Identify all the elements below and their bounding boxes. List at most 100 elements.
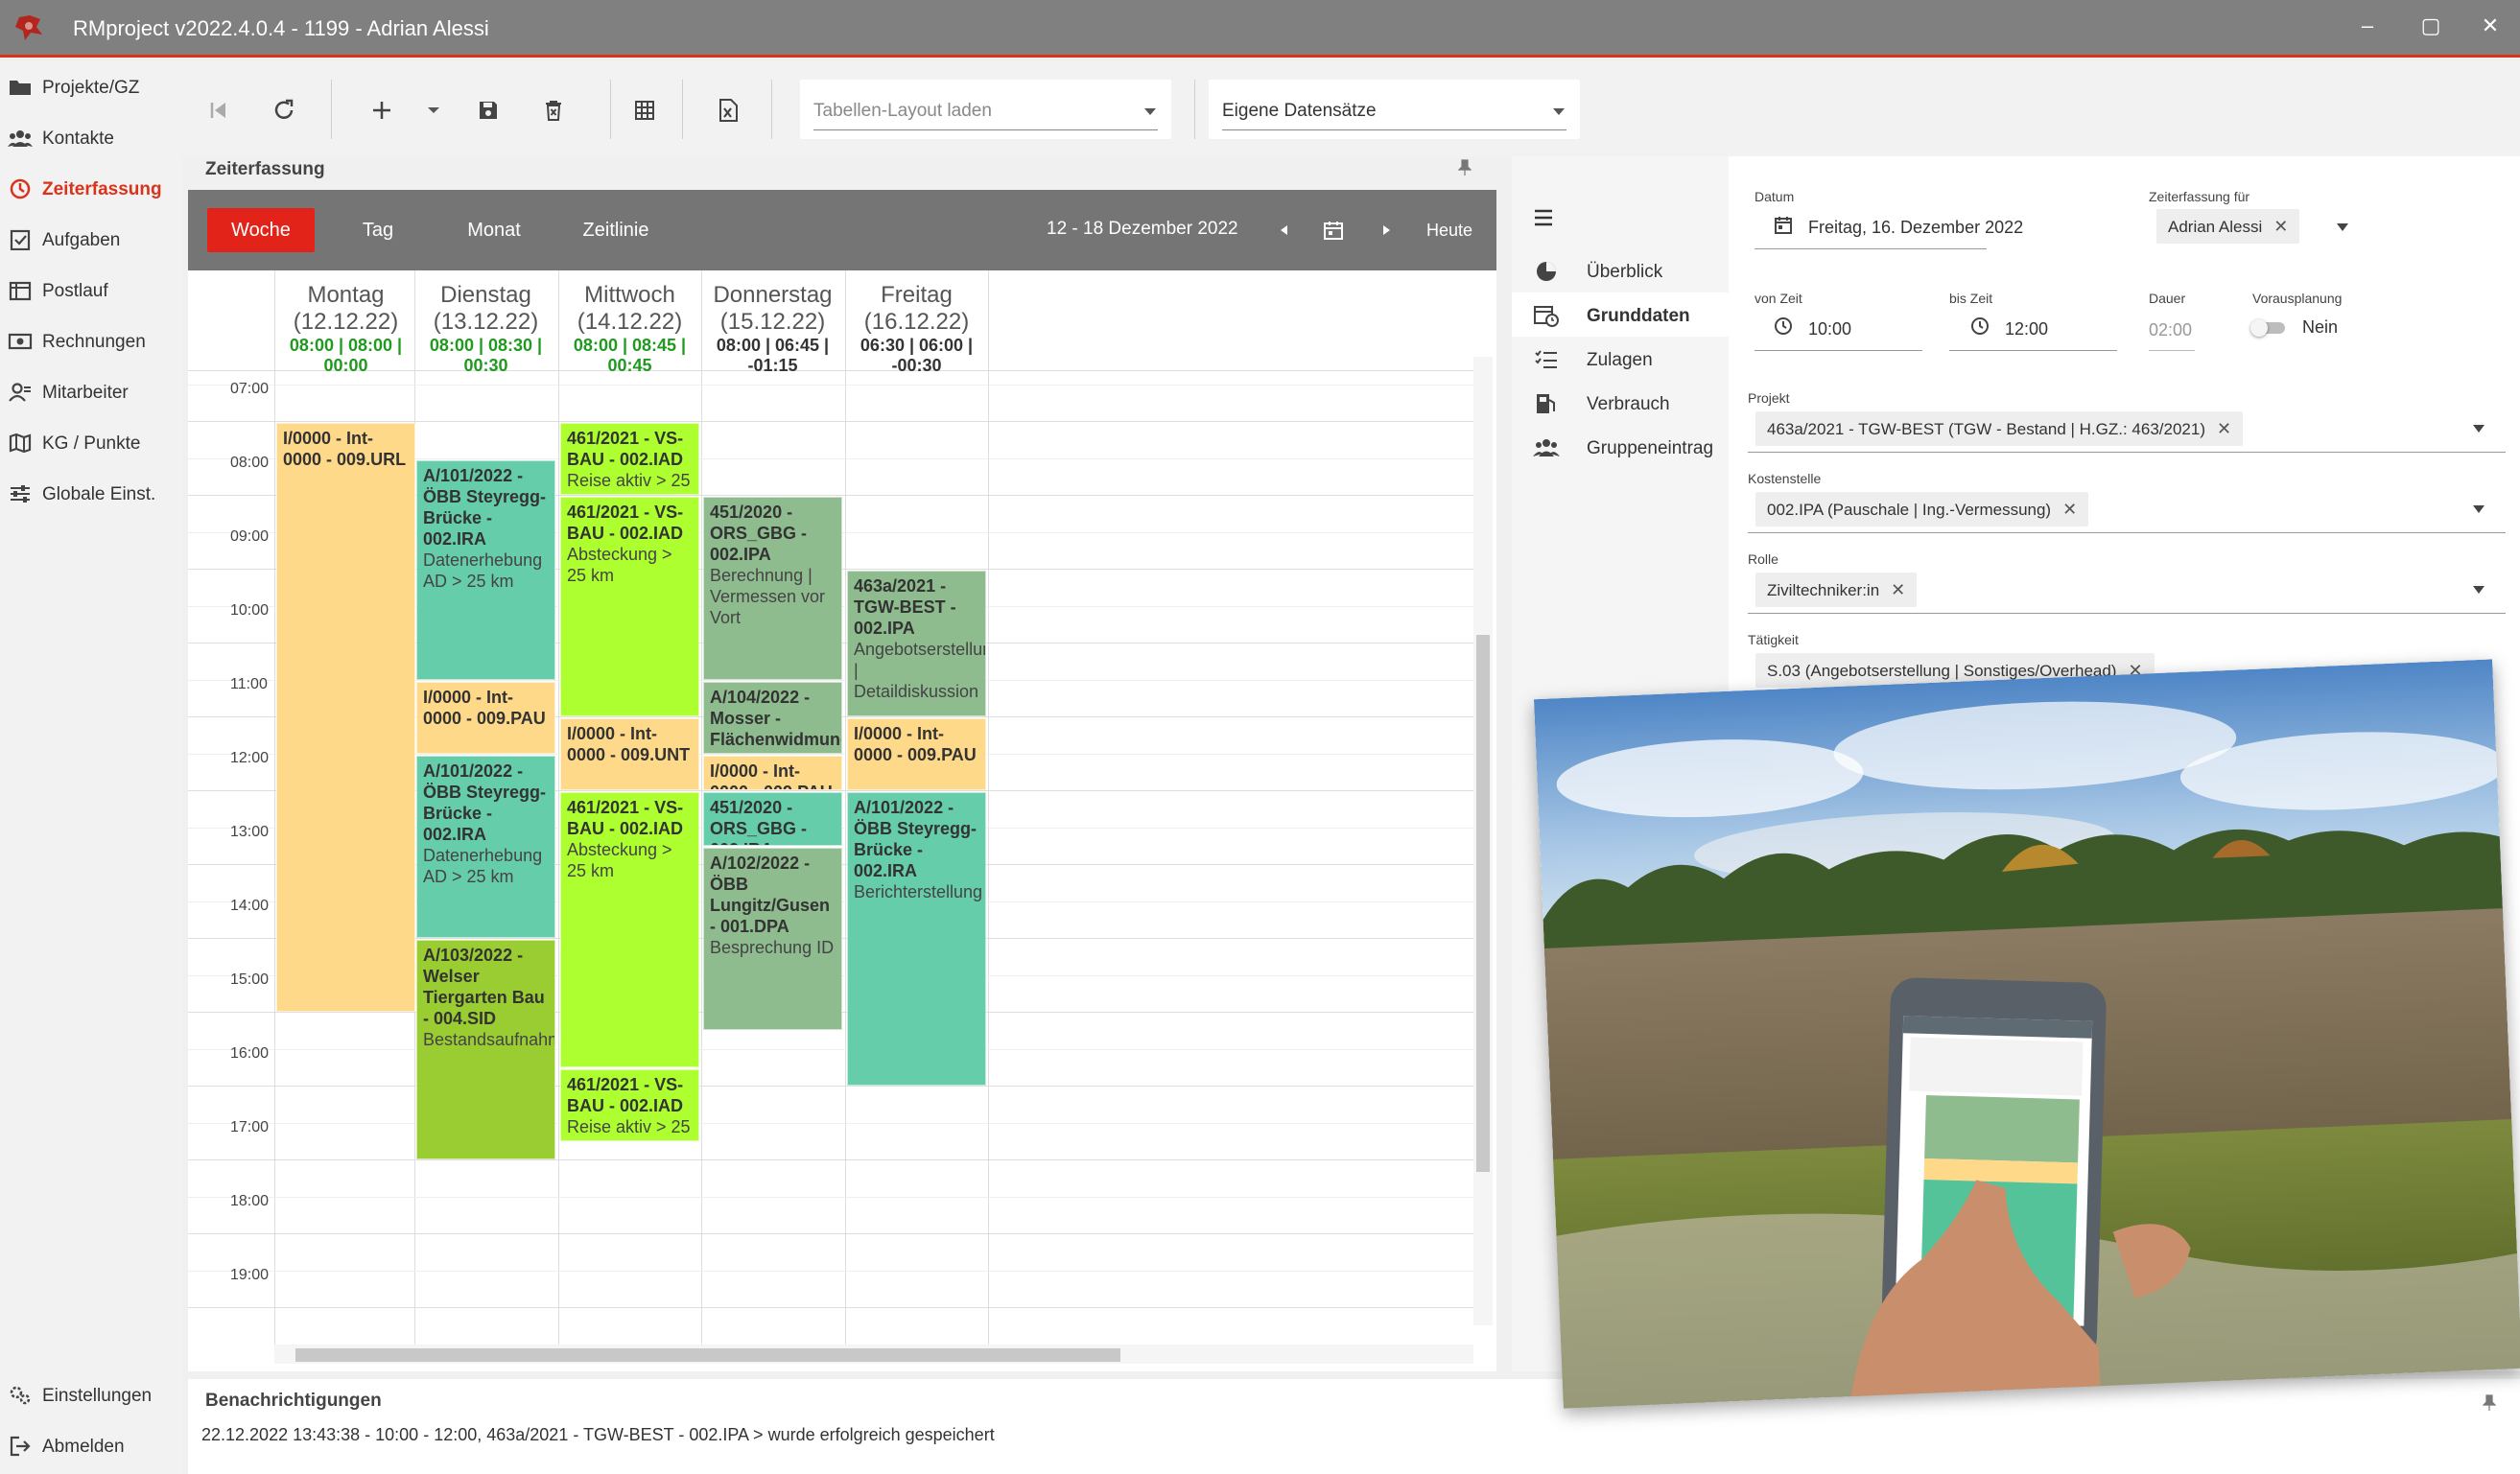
calendar-event[interactable]: 461/2021 - VS-BAU - 002.IAD Reise aktiv >… xyxy=(560,1068,699,1141)
excel-export-button[interactable] xyxy=(709,91,747,129)
notifications-panel: Benachrichtigungen 22.12.2022 13:43:38 -… xyxy=(188,1379,2520,1474)
projekt-chip[interactable]: 463a/2021 - TGW-BEST (TGW - Bestand | H.… xyxy=(1755,411,2244,446)
sidebar-item-projekte[interactable]: Projekte/GZ xyxy=(0,66,182,108)
calendar-event[interactable]: 461/2021 - VS-BAU - 002.IAD Reise aktiv >… xyxy=(560,423,699,495)
event-title: I/0000 - Int-0000 - 009.UNT xyxy=(567,724,691,764)
date-picker-button[interactable] xyxy=(1316,213,1351,247)
caret-down-icon[interactable] xyxy=(2473,425,2485,433)
invoice-icon xyxy=(8,333,33,350)
calendar-event[interactable]: 463a/2021 - TGW-BEST - 002.IPA Angebotser… xyxy=(847,571,986,716)
vertical-scrollbar[interactable] xyxy=(1473,357,1493,1325)
detail-nav-verbrauch[interactable]: Verbrauch xyxy=(1512,381,1729,425)
detail-nav-grunddaten[interactable]: Grunddaten xyxy=(1512,292,1729,337)
sidebar-item-label: Zeiterfassung xyxy=(42,179,162,199)
close-icon[interactable]: ✕ xyxy=(2217,419,2231,438)
save-button[interactable] xyxy=(469,91,507,129)
hour-label: 10:00 xyxy=(230,602,270,619)
prev-week-button[interactable] xyxy=(1270,213,1297,247)
sidebar-item-label: KG / Punkte xyxy=(42,433,141,454)
calendar-event[interactable]: I/0000 - Int-0000 - 009.PAU xyxy=(416,681,555,754)
user-chip[interactable]: Adrian Alessi ✕ xyxy=(2156,209,2300,244)
collapse-button[interactable] xyxy=(200,91,238,129)
tab-monat[interactable]: Monat xyxy=(443,208,545,252)
calendar-event[interactable]: A/101/2022 - ÖBB Steyregg-Brücke - 002.I… xyxy=(416,755,555,938)
maximize-button[interactable]: ▢ xyxy=(2414,13,2448,38)
sidebar-item-kontakte[interactable]: Kontakte xyxy=(0,117,182,159)
calendar-event[interactable]: I/0000 - Int-0000 - 009.UNT xyxy=(560,718,699,790)
datum-label: Datum xyxy=(1755,189,1795,204)
rolle-chip[interactable]: Ziviltechniker:in ✕ xyxy=(1755,573,1918,607)
vorausplanung-toggle[interactable] xyxy=(2250,319,2287,337)
calendar-event[interactable]: A/104/2022 - Mosser - Flächenwidmung - 0… xyxy=(703,681,842,754)
dataset-value: Eigene Datensätze xyxy=(1222,101,1377,121)
tab-woche[interactable]: Woche xyxy=(207,208,315,252)
clock-icon xyxy=(10,178,31,199)
sidebar-item-aufgaben[interactable]: Aufgaben xyxy=(0,219,182,261)
table-layout-select[interactable]: Tabellen-Layout laden xyxy=(800,80,1171,139)
calendar-event[interactable]: 451/2020 - ORS_GBG - 002.IRA xyxy=(703,792,842,846)
sidebar-item-abmelden[interactable]: Abmelden xyxy=(0,1425,182,1467)
sidebar-item-einstellungen[interactable]: Einstellungen xyxy=(0,1374,182,1416)
caret-down-icon[interactable] xyxy=(2473,586,2485,594)
calendar-event[interactable]: 461/2021 - VS-BAU - 002.IAD Absteckung > … xyxy=(560,497,699,716)
add-dropdown-button[interactable] xyxy=(422,91,445,129)
calendar-event[interactable]: 461/2021 - VS-BAU - 002.IAD Absteckung > … xyxy=(560,792,699,1067)
caret-down-icon[interactable] xyxy=(2337,223,2348,231)
event-title: A/101/2022 - ÖBB Steyregg-Brücke - 002.I… xyxy=(423,465,547,549)
von-zeit-value[interactable]: 10:00 xyxy=(1808,319,1851,339)
add-button[interactable] xyxy=(363,91,401,129)
calendar-event[interactable]: I/0000 - Int-0000 - 009.PAU xyxy=(847,718,986,790)
tab-zeitlinie[interactable]: Zeitlinie xyxy=(564,208,668,252)
close-icon[interactable]: ✕ xyxy=(2062,500,2077,519)
today-button[interactable]: Heute xyxy=(1416,213,1483,247)
caret-down-icon xyxy=(428,107,439,113)
save-icon xyxy=(480,102,497,119)
bis-zeit-label: bis Zeit xyxy=(1949,291,1993,306)
calendar-event[interactable]: A/101/2022 - ÖBB Steyregg-Brücke - 002.I… xyxy=(847,792,986,1086)
field-underline xyxy=(1748,613,2506,614)
scrollbar-thumb[interactable] xyxy=(1476,635,1490,1172)
scrollbar-thumb[interactable] xyxy=(295,1348,1120,1362)
calendar-event[interactable]: A/103/2022 - Welser Tiergarten Bau - 004… xyxy=(416,940,555,1159)
bis-zeit-value[interactable]: 12:00 xyxy=(2005,319,2048,339)
rolle-label: Rolle xyxy=(1748,551,1778,567)
sidebar-item-rechnungen[interactable]: Rechnungen xyxy=(0,320,182,363)
minimize-button[interactable]: – xyxy=(2350,13,2385,38)
delete-button[interactable] xyxy=(534,91,573,129)
clock-icon[interactable] xyxy=(1774,316,1793,336)
pin-icon[interactable] xyxy=(2483,1394,2496,1412)
calendar-event[interactable]: A/102/2022 - ÖBB Lungitz/Gusen - 001.DPA… xyxy=(703,847,842,1031)
close-icon[interactable]: ✕ xyxy=(1891,580,1905,599)
toolbar: Tabellen-Layout laden Eigene Datensätze xyxy=(182,60,2520,156)
detail-nav-zulagen[interactable]: Zulagen xyxy=(1512,337,1729,381)
dataset-select[interactable]: Eigene Datensätze xyxy=(1209,80,1580,139)
hour-line xyxy=(188,1233,1473,1234)
calendar-event[interactable]: I/0000 - Int-0000 - 009.PAU xyxy=(703,755,842,790)
tab-tag[interactable]: Tag xyxy=(332,208,424,252)
calendar-event[interactable]: A/101/2022 - ÖBB Steyregg-Brücke - 002.I… xyxy=(416,459,555,680)
refresh-button[interactable] xyxy=(265,91,303,129)
sidebar-item-mitarbeiter[interactable]: Mitarbeiter xyxy=(0,371,182,413)
close-icon[interactable]: ✕ xyxy=(2273,217,2288,236)
sidebar-item-kg-punkte[interactable]: KG / Punkte xyxy=(0,422,182,464)
hour-line xyxy=(188,1086,1473,1087)
clock-icon[interactable] xyxy=(1970,316,1990,336)
sidebar-item-zeiterfassung[interactable]: Zeiterfassung xyxy=(0,168,182,210)
horizontal-scrollbar[interactable] xyxy=(274,1345,1473,1364)
next-week-button[interactable] xyxy=(1374,213,1401,247)
calendar-event[interactable]: I/0000 - Int-0000 - 009.URL xyxy=(276,423,415,1012)
detail-nav-ueberblick[interactable]: Überblick xyxy=(1512,248,1729,292)
calendar-icon[interactable] xyxy=(1774,216,1793,235)
detail-nav-gruppeneintrag[interactable]: Gruppeneintrag xyxy=(1512,425,1729,469)
kostenstelle-chip[interactable]: 002.IPA (Pauschale | Ing.-Vermessung) ✕ xyxy=(1755,492,2089,526)
toolbar-separator xyxy=(331,80,332,139)
caret-down-icon[interactable] xyxy=(2473,505,2485,513)
pin-icon[interactable] xyxy=(1457,159,1472,181)
calendar-event[interactable]: 451/2020 - ORS_GBG - 002.IPA Berechnung |… xyxy=(703,497,842,680)
sidebar-item-globale-einst[interactable]: Globale Einst. xyxy=(0,473,182,515)
datum-value[interactable]: Freitag, 16. Dezember 2022 xyxy=(1808,218,2023,238)
menu-icon[interactable] xyxy=(1533,208,1554,227)
table-button[interactable] xyxy=(625,91,664,129)
sidebar-item-postlauf[interactable]: Postlauf xyxy=(0,269,182,312)
close-button[interactable]: ✕ xyxy=(2473,13,2508,38)
